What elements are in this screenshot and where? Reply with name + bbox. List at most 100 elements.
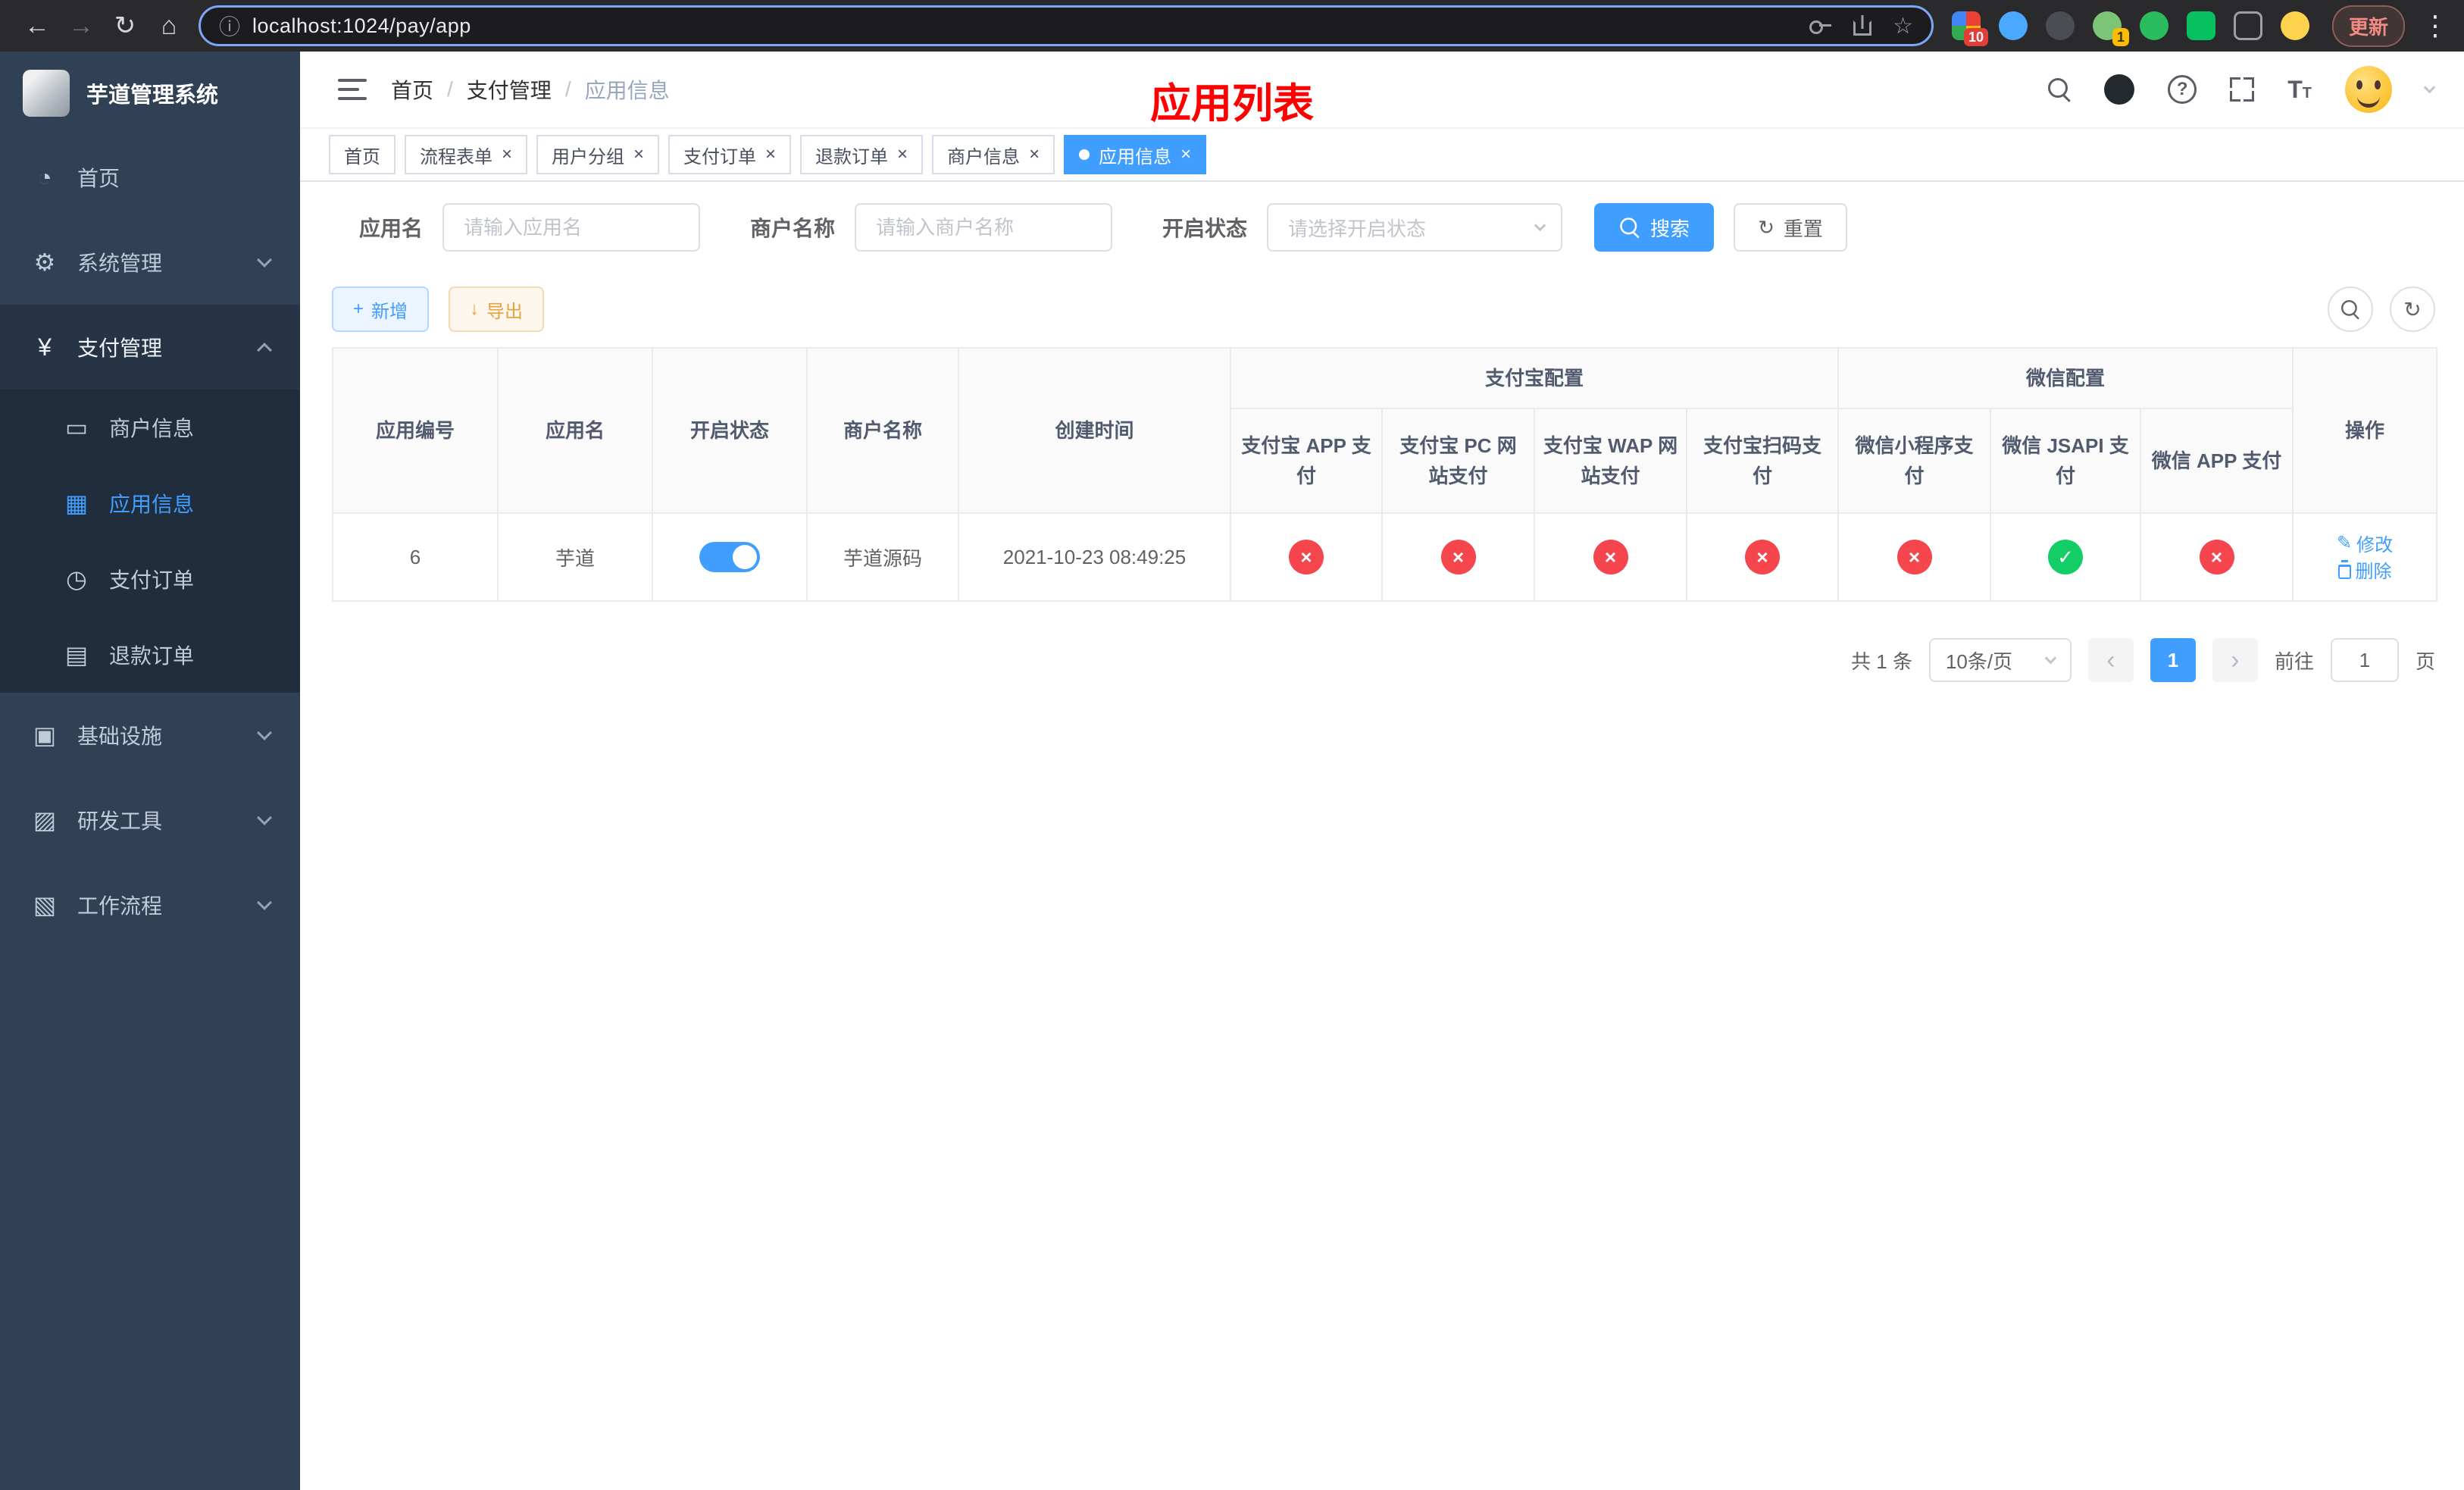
font-size-icon[interactable]: TT [2287, 76, 2312, 104]
chevron-down-icon[interactable] [2423, 81, 2436, 93]
sidebar-item-merchant-info[interactable]: ▭ 商户信息 [0, 390, 300, 465]
page-size-value: 10条/页 [1945, 650, 2013, 673]
url-bar[interactable]: ⓘ localhost:1024/pay/app ☆ [199, 5, 1934, 46]
chevron-down-icon [257, 810, 272, 825]
share-icon[interactable] [1853, 20, 1872, 36]
sidebar-item-home[interactable]: ◔ 首页 [0, 135, 300, 220]
sidebar-item-dev-tools[interactable]: ▨ 研发工具 [0, 778, 300, 862]
app-title: 芋道管理系统 [86, 83, 219, 108]
tab-refund-order[interactable]: 退款订单 × [800, 135, 924, 174]
add-button[interactable]: + 新增 [332, 286, 430, 332]
tab-app-info[interactable]: 应用信息 × [1064, 135, 1207, 174]
toolbar-right: ↻ [2328, 286, 2435, 332]
cell-wechat-mini: × [1837, 512, 1992, 602]
sidebar: 芋道管理系统 ◔ 首页 ⚙ 系统管理 ¥ 支付管理 ▭ 商户信息 ▦ 应用信息 … [0, 52, 300, 1490]
close-icon[interactable]: × [1180, 146, 1191, 164]
close-icon[interactable]: × [502, 146, 512, 164]
goto-page-input[interactable] [2330, 638, 2399, 682]
trash-icon [2337, 560, 2351, 579]
browser-home-icon[interactable]: ⌂ [147, 11, 191, 41]
forward-icon[interactable]: → [59, 11, 103, 41]
extension-avatar-icon[interactable]: 1 [2092, 11, 2129, 46]
sidebar-item-payment[interactable]: ¥ 支付管理 [0, 305, 300, 390]
disabled-status-icon: × [1289, 540, 1324, 574]
cell-wechat-jsapi: ✓ [1990, 512, 2142, 602]
disabled-status-icon: × [1896, 540, 1932, 574]
sidebar-item-system[interactable]: ⚙ 系统管理 [0, 220, 300, 305]
url-text[interactable]: localhost:1024/pay/app [252, 14, 1797, 38]
tab-user-group[interactable]: 用户分组 × [536, 135, 660, 174]
tab-pay-order[interactable]: 支付订单 × [668, 135, 792, 174]
back-icon[interactable]: ← [15, 11, 59, 41]
extension-chat-icon[interactable] [2186, 11, 2215, 40]
browser-menu-icon[interactable]: ⋮ [2422, 10, 2449, 42]
toggle-search-button[interactable] [2328, 286, 2373, 332]
refresh-table-button[interactable]: ↻ [2390, 286, 2435, 332]
current-page-button[interactable]: 1 [2150, 638, 2196, 682]
column-header-app-id: 应用编号 [332, 347, 499, 514]
reload-icon[interactable]: ↻ [103, 11, 147, 41]
extension-dark-icon[interactable] [2045, 11, 2075, 40]
password-key-icon[interactable] [1809, 19, 1832, 34]
extension-drop-icon[interactable] [1998, 11, 2028, 40]
user-avatar[interactable] [2345, 66, 2392, 113]
sidebar-item-infrastructure[interactable]: ▣ 基础设施 [0, 693, 300, 778]
extension-camera-icon[interactable] [2139, 11, 2169, 40]
tab-label: 商户信息 [947, 146, 1021, 167]
status-select[interactable]: 请选择开启状态 [1267, 203, 1563, 252]
delete-label: 删除 [2355, 562, 2392, 582]
close-icon[interactable]: × [1029, 146, 1040, 164]
export-button[interactable]: ↓ 导出 [449, 286, 545, 332]
app-name-input[interactable] [442, 203, 701, 252]
column-header-status: 开启状态 [652, 347, 808, 514]
extensions-puzzle-icon[interactable] [2233, 11, 2262, 40]
page-size-select[interactable]: 10条/页 [1928, 638, 2072, 682]
enabled-status-icon: ✓ [2048, 540, 2084, 574]
close-icon[interactable]: × [765, 146, 776, 164]
chrome-update-button[interactable]: 更新 [2331, 5, 2405, 47]
app-table: 应用编号 应用名 开启状态 商户名称 创建时间 支付宝配置 微信配置 操作 支付… [332, 347, 2438, 602]
filter-form: 应用名 商户名称 开启状态 请选择开启状态 搜索 ↻ 重置 [300, 182, 2464, 252]
tab-label: 用户分组 [552, 146, 625, 167]
breadcrumb-payment[interactable]: 支付管理 [467, 74, 552, 105]
help-icon[interactable]: ? [2168, 75, 2197, 104]
tab-label: 支付订单 [683, 146, 757, 167]
sidebar-item-pay-order[interactable]: ◷ 支付订单 [0, 541, 300, 617]
github-icon[interactable] [2104, 74, 2135, 105]
bookmark-star-icon[interactable]: ☆ [1893, 13, 1913, 39]
tab-home[interactable]: 首页 [329, 135, 396, 174]
sidebar-collapse-icon[interactable] [338, 79, 367, 100]
merchant-name-label: 商户名称 [750, 217, 836, 240]
close-icon[interactable]: × [633, 146, 644, 164]
status-label: 开启状态 [1162, 217, 1248, 240]
merchant-name-input[interactable] [855, 203, 1113, 252]
extension-face-icon[interactable] [2280, 11, 2309, 40]
tab-merchant-info[interactable]: 商户信息 × [932, 135, 1055, 174]
next-page-button[interactable]: › [2212, 638, 2258, 682]
tab-process-form[interactable]: 流程表单 × [405, 135, 528, 174]
cell-alipay-app: × [1230, 512, 1383, 602]
cell-status [652, 512, 808, 602]
column-header-wechat-jsapi: 微信 JSAPI 支付 [1990, 408, 2142, 514]
cell-created: 2021-10-23 08:49:25 [958, 512, 1231, 602]
search-icon[interactable] [2048, 78, 2071, 101]
close-icon[interactable]: × [897, 146, 908, 164]
status-toggle[interactable] [699, 542, 760, 572]
sidebar-item-workflow[interactable]: ▧ 工作流程 [0, 862, 300, 947]
site-info-icon[interactable]: ⓘ [219, 11, 240, 41]
prev-page-button[interactable]: ‹ [2087, 638, 2134, 682]
card-icon: ▭ [64, 414, 89, 441]
breadcrumb-home[interactable]: 首页 [391, 74, 433, 105]
fullscreen-icon[interactable] [2230, 77, 2255, 102]
delete-button[interactable]: 删除 [2337, 556, 2392, 583]
sidebar-item-refund-order[interactable]: ▤ 退款订单 [0, 617, 300, 693]
extension-grid-icon[interactable]: 10 [1951, 11, 1988, 46]
edit-button[interactable]: ✎ 修改 [2337, 530, 2393, 556]
page-unit-label: 页 [2415, 650, 2435, 673]
grid-icon: ▦ [64, 490, 89, 517]
table-toolbar: + 新增 ↓ 导出 ↻ [300, 252, 2464, 332]
chevron-down-icon [1534, 219, 1546, 231]
search-button[interactable]: 搜索 [1594, 203, 1715, 252]
reset-button[interactable]: ↻ 重置 [1734, 203, 1847, 252]
sidebar-item-app-info[interactable]: ▦ 应用信息 [0, 465, 300, 541]
